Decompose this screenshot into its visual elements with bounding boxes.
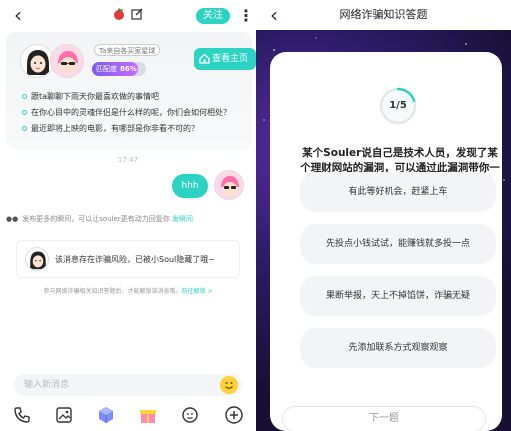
answer-option[interactable]: 有此等好机会，赶紧上车: [300, 172, 496, 212]
chat-toolbar: [0, 402, 256, 428]
next-question-button[interactable]: 下一题: [282, 406, 486, 431]
bullet-icon: [22, 110, 27, 115]
topic-suggestion[interactable]: 跟ta聊聊下雨天你最喜欢做的事情吧: [22, 90, 159, 104]
edit-icon[interactable]: [130, 7, 144, 21]
moments-hint: ●● 发布更多的瞬间，可以让souler更有动力回复你 发瞬间: [6, 212, 193, 226]
plus-icon[interactable]: [224, 405, 244, 425]
match-label: 匹配度: [96, 65, 117, 73]
fraud-unlock-hint: 参与网络诈骗相关知识答题后，才能解锁该消息哦。前往解锁 >: [0, 286, 256, 295]
go-unlock-link[interactable]: 前往解锁 >: [182, 288, 213, 295]
moments-hint-text: 发布更多的瞬间，可以让souler更有动力回复你: [22, 215, 170, 223]
topic-text: 在你心目中的灵魂伴侣是什么样的呢，你们会如何相处？: [31, 108, 231, 117]
back-arrow-icon[interactable]: ‹: [8, 4, 28, 26]
quiz-screen: ‹ 网络诈骗知识答题 1/5 某个Souler说自己是技术人员，发现了某个理财网…: [256, 0, 511, 431]
topic-suggestion[interactable]: 最近即将上映的电影，有哪部是你非看不可的？: [22, 122, 199, 136]
answer-option[interactable]: 先投点小钱试试，能赚钱就多投一点: [300, 224, 496, 264]
page-title: 网络诈骗知识答题: [339, 8, 428, 21]
message-timestamp: 17:47: [117, 156, 139, 164]
apple-icon: [114, 8, 124, 20]
eyes-icon: ●●: [6, 215, 19, 223]
match-bar: 匹配度 86%: [92, 62, 146, 76]
origin-tag: Ta来自各买家星球: [94, 44, 161, 56]
quiz-card: 1/5 某个Souler说自己是技术人员，发现了某个理财网站的漏洞，可以通过此漏…: [270, 52, 502, 431]
post-moment-link[interactable]: 发瞬间: [172, 215, 193, 223]
topic-text: 跟ta聊聊下雨天你最喜欢做的事情吧: [31, 92, 160, 101]
answer-option[interactable]: 先添加联系方式观察观察: [300, 328, 496, 368]
fraud-warning-card[interactable]: 该消息存在诈骗风险，已被小Soul隐藏了哦~: [16, 240, 240, 278]
fraud-warning-text: 该消息存在诈骗风险，已被小Soul隐藏了哦~: [55, 255, 215, 264]
header-icons: [112, 7, 144, 21]
phone-icon[interactable]: [12, 405, 32, 425]
image-icon[interactable]: [54, 405, 74, 425]
view-home-button[interactable]: 查看主页: [194, 48, 256, 70]
follow-button[interactable]: 关注: [196, 8, 230, 24]
message-input-container: [14, 374, 242, 396]
partner-avatar[interactable]: [20, 44, 54, 78]
fraud-unlock-text: 参与网络诈骗相关知识答题后，才能解锁该消息哦。: [43, 288, 182, 295]
topic-suggestion[interactable]: 在你心目中的灵魂伴侣是什么样的呢，你们会如何相处？: [22, 106, 231, 120]
view-home-label: 查看主页: [212, 54, 249, 64]
voice-avatar-icon[interactable]: [180, 405, 200, 425]
message-input[interactable]: [24, 374, 204, 396]
chat-screen: ‹ 关注 ⋮ Ta来自各买家星球 匹配度 86% 查看主页 跟ta聊聊下雨天你最…: [0, 0, 256, 431]
bullet-icon: [22, 94, 27, 99]
home-icon: [199, 53, 210, 64]
quiz-header: ‹ 网络诈骗知识答题: [256, 0, 511, 30]
match-profile-card: Ta来自各买家星球 匹配度 86% 查看主页 跟ta聊聊下雨天你最喜欢做的事情吧…: [6, 32, 256, 150]
sent-message-bubble[interactable]: hhh: [172, 174, 208, 198]
topic-text: 最近即将上映的电影，有哪部是你非看不可的？: [31, 124, 199, 133]
match-value: 86%: [120, 65, 137, 73]
cube-icon[interactable]: [96, 405, 116, 425]
question-progress: 1/5: [389, 100, 407, 111]
gift-icon[interactable]: [138, 405, 158, 425]
sender-avatar[interactable]: [214, 170, 244, 200]
bullet-icon: [22, 126, 27, 131]
answer-option[interactable]: 果断举报，天上不掉馅饼，诈骗无疑: [300, 276, 496, 316]
emoji-icon[interactable]: [220, 376, 238, 394]
more-vertical-icon[interactable]: ⋮: [238, 6, 254, 26]
partner-avatar: [25, 247, 49, 271]
my-avatar[interactable]: [50, 44, 84, 78]
chat-header: ‹ 关注 ⋮: [0, 0, 256, 32]
